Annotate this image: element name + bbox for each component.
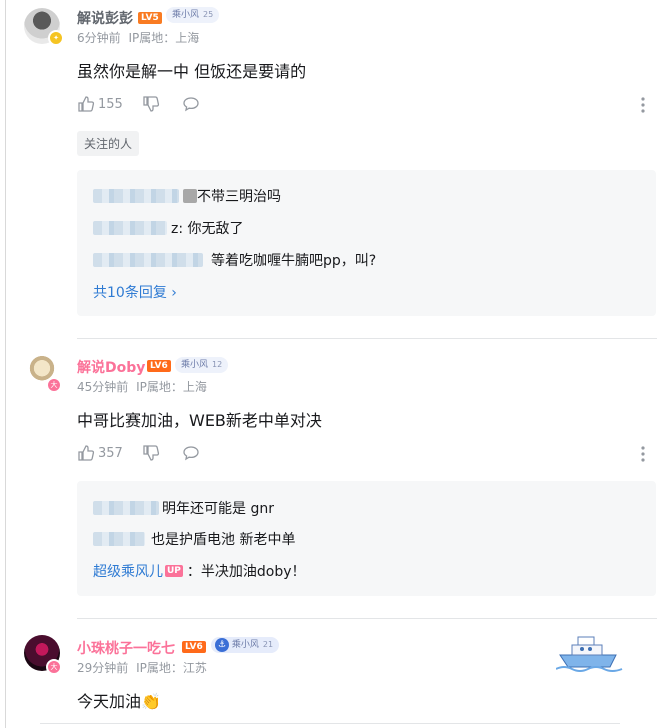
level-badge: LV6 [147,360,171,372]
comment-ip: IP属地：江苏 [136,661,207,675]
ship-decoration-icon [555,627,624,673]
reply-item: 等着吃咖喱牛腩吧pp，叫? [93,250,376,270]
reply-text: ：半决加油doby！ [186,564,306,580]
reply-item: 超级乘风儿 UP ：半决加油doby！ [93,561,306,581]
view-all-replies-link[interactable]: 共10条回复 › [93,282,177,302]
username[interactable]: 解说彭彭 [77,8,133,28]
comment-text: 中哥比赛加油，WEB新老中单对决 [77,411,322,430]
comment-meta: 29分钟前 IP属地：江苏 [77,659,207,676]
fan-badge[interactable]: 乘小风 12 [175,357,229,373]
fan-badge[interactable]: ⚓ 乘小风 21 [211,637,280,653]
replies-box: 明年还可能是 gnr 也是护盾电池 新老中单 超级乘风儿 UP ：半决加油dob… [77,481,656,596]
dislike-button[interactable] [142,444,160,462]
username[interactable]: 小珠桃子一吃七 [77,638,175,658]
thumbs-down-icon [143,445,160,461]
comment-text: 今天加油👏 [77,692,161,711]
avatar-badge-icon: 大 [46,377,62,393]
more-options-icon[interactable] [641,446,645,466]
reply-item: z: 你无敌了 [93,218,244,238]
reply-text: 也是护盾电池 新老中单 [151,532,296,548]
thumbs-up-icon [78,96,95,112]
blurred-username [93,532,145,546]
thumbs-down-icon [143,96,160,112]
blurred-username [93,253,203,267]
fan-badge-name: 乘小风 [231,640,259,650]
avatar-badge-icon: 大 [46,659,62,675]
reply-item: 不带三明治吗 [93,186,281,206]
up-badge: UP [165,565,183,577]
comment-meta: 45分钟前 IP属地：上海 [77,378,207,395]
level-badge: LV5 [138,12,162,24]
fan-badge-name: 乘小风 [181,360,209,370]
fan-badge-level: 12 [212,360,223,369]
username[interactable]: 解说Doby [77,357,145,377]
fan-badge-name: 乘小风 [172,10,200,20]
level-badge: LV6 [182,641,206,653]
reply-button[interactable] [182,444,200,462]
bottom-divider [40,723,620,724]
more-options-icon[interactable] [641,97,645,117]
blurred-username [93,221,167,235]
replies-box: 不带三明治吗 z: 你无敌了 等着吃咖喱牛腩吧pp，叫? 共10条回复 › [77,170,656,316]
comment-time: 6分钟前 [77,31,121,45]
fan-badge-level: 25 [203,10,214,19]
dislike-button[interactable] [142,95,160,113]
blurred-username [93,501,159,515]
comment-divider [77,618,657,619]
reply-text: 等着吃咖喱牛腩吧pp，叫? [211,253,377,269]
reply-text: 明年还可能是 gnr [162,501,274,517]
comment-divider [77,338,657,339]
chat-bubble-icon [183,446,199,461]
like-count: 357 [98,445,123,461]
comment-meta: 6分钟前 IP属地：上海 [77,29,199,46]
comment-ip: IP属地：上海 [136,380,207,394]
comment-text: 虽然你是解一中 但饭还是要请的 [77,62,307,81]
comment-actions: 357 [77,444,657,464]
like-button[interactable]: 357 [77,444,123,462]
reply-item: 也是护盾电池 新老中单 [93,529,295,549]
reply-item: 明年还可能是 gnr [93,498,274,518]
left-border [5,0,6,728]
reply-text: z: 你无敌了 [171,221,244,237]
like-count: 155 [98,96,123,112]
blurred-username [93,189,179,203]
thumbs-up-icon [78,445,95,461]
comment-time: 45分钟前 [77,380,129,394]
fan-badge[interactable]: 乘小风 25 [166,7,220,23]
like-button[interactable]: 155 [77,95,123,113]
reply-button[interactable] [182,95,200,113]
reply-author[interactable]: 超级乘风儿 [93,561,163,581]
comment-actions: 155 [77,95,657,115]
reply-text: 不带三明治吗 [197,189,281,205]
comment-time: 29分钟前 [77,661,129,675]
anchor-icon: ⚓ [215,637,229,652]
chat-bubble-icon [183,97,199,112]
comment-ip: IP属地：上海 [128,31,200,45]
following-tag: 关注的人 [77,131,140,156]
fan-badge-level: 21 [262,640,274,649]
blurred-username [183,189,197,203]
avatar-badge-icon: ✦ [48,30,64,46]
